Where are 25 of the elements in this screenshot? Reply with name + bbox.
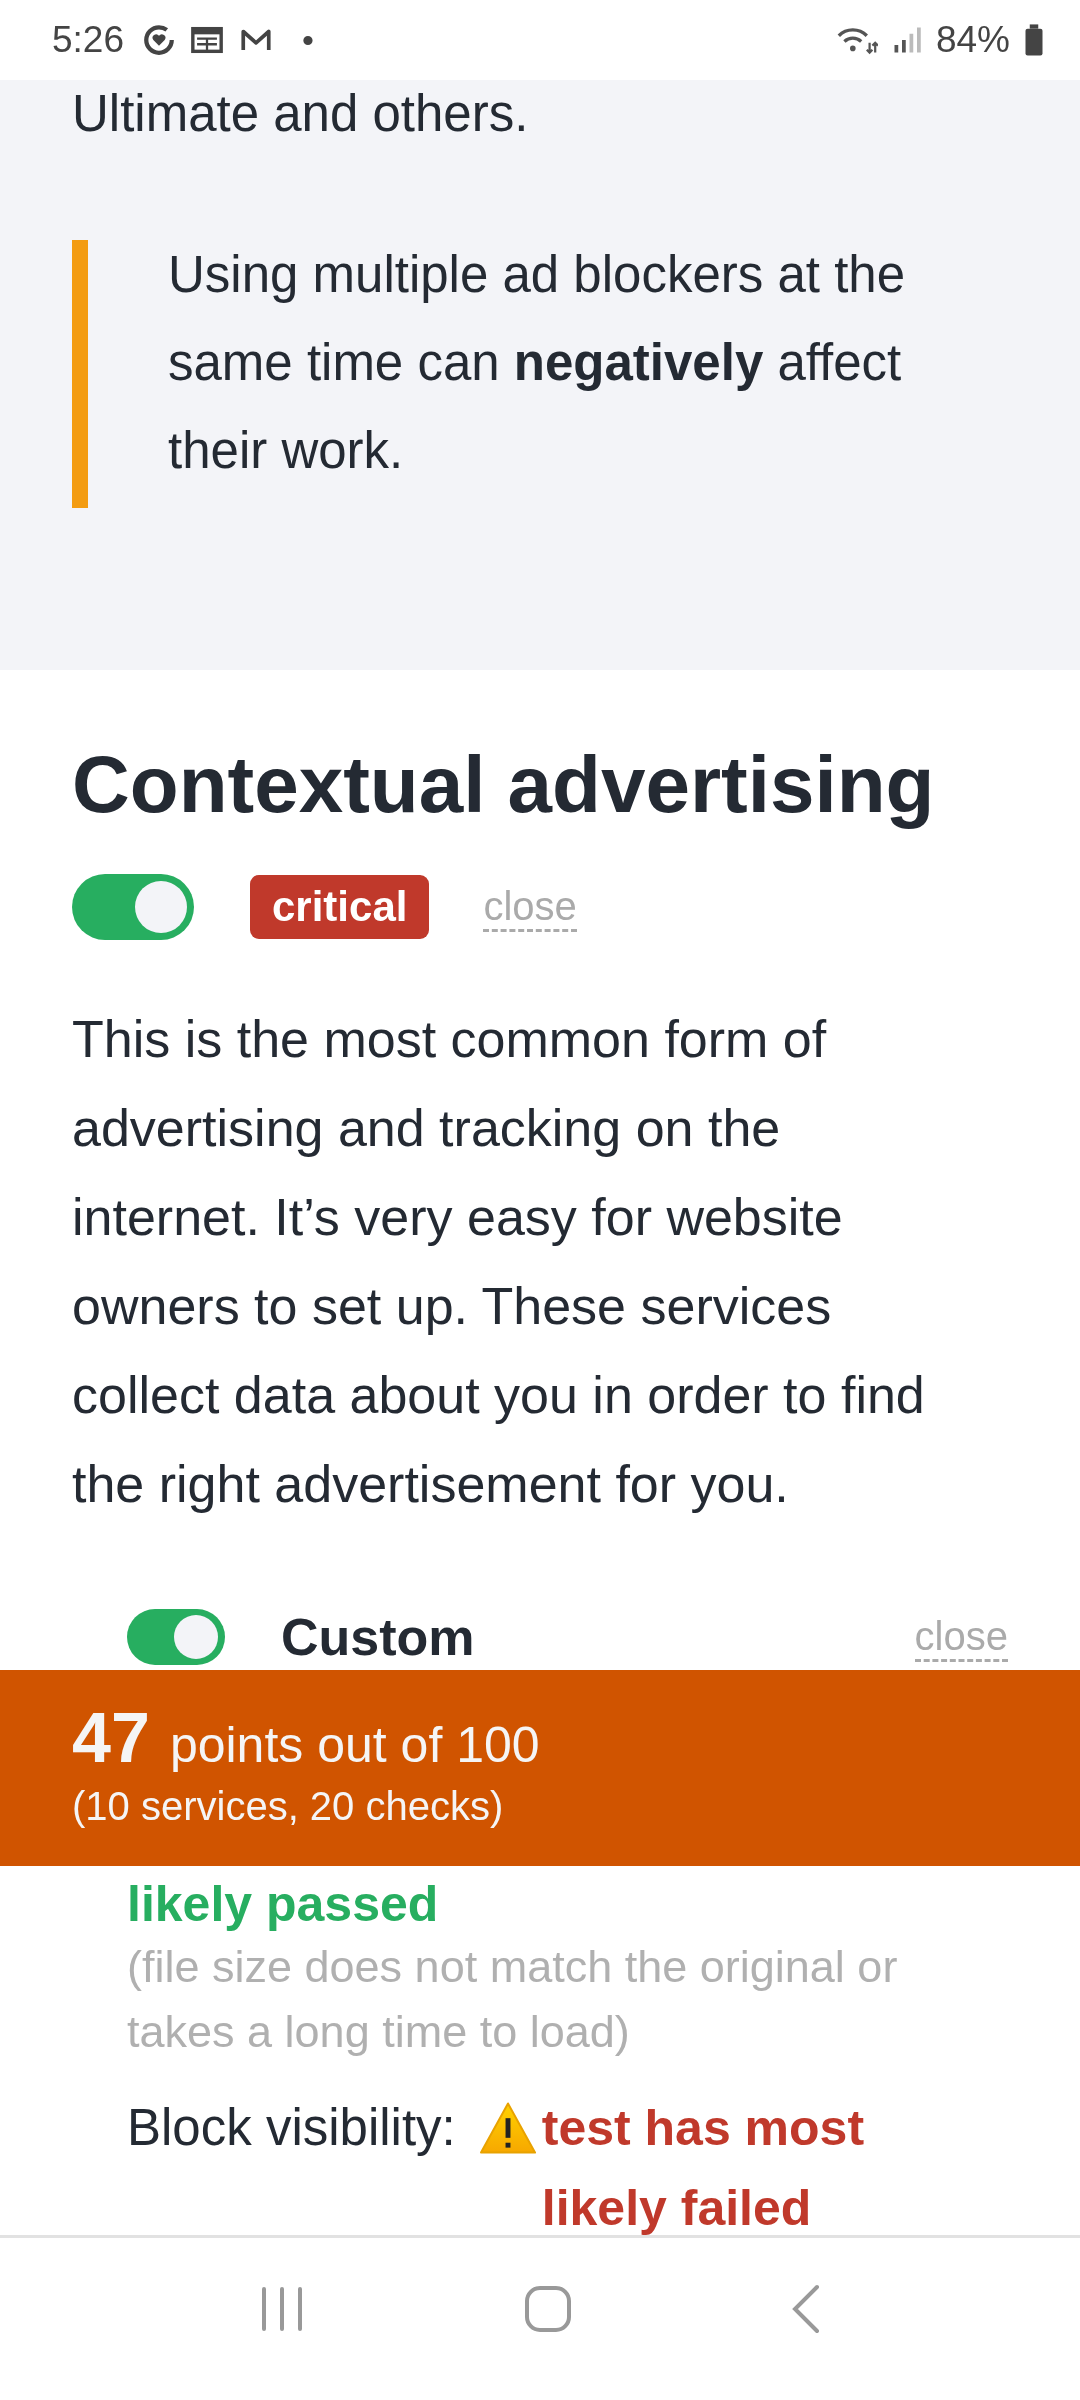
home-icon[interactable]: [524, 2285, 572, 2333]
close-link[interactable]: close: [914, 1612, 1008, 1662]
score-value: 47: [72, 1699, 150, 1777]
recent-apps-icon[interactable]: [260, 2286, 304, 2332]
note-text: Using multiple ad blockers at the same time can negatively affect their work.: [168, 245, 907, 481]
toggle-switch[interactable]: [127, 1609, 225, 1665]
section-title: Contextual advertising: [72, 739, 936, 831]
section-description: This is the most common form of advertising and tracking on the internet. It’s very easy for website owners to set up. These services collect data about you in order to find the right advertisement for you.: [72, 1009, 926, 1515]
check-label: Block visibility:: [127, 2098, 456, 2158]
warning-icon: [477, 2101, 538, 2155]
score-detail: (10 services, 20 checks): [72, 1784, 505, 1829]
score-label: points out of 100: [169, 1717, 540, 1773]
check-result: test has most likely failed: [541, 2099, 866, 2235]
back-icon[interactable]: [792, 2284, 820, 2334]
check-note: (file size does not match the original or takes a long time to load): [127, 1940, 899, 2059]
status-time: 5:26: [52, 19, 124, 61]
critical-badge: critical: [250, 875, 430, 939]
battery-level: 84%: [935, 19, 1010, 61]
paragraph-text: Ultimate and others.: [72, 84, 530, 144]
close-link[interactable]: close: [483, 882, 577, 932]
heart-ring-icon: [142, 23, 176, 57]
service-name: Custom: [281, 1607, 475, 1667]
notification-dot: •: [302, 20, 314, 60]
battery-icon: [1024, 23, 1044, 57]
check-result: likely passed: [127, 1875, 440, 1934]
